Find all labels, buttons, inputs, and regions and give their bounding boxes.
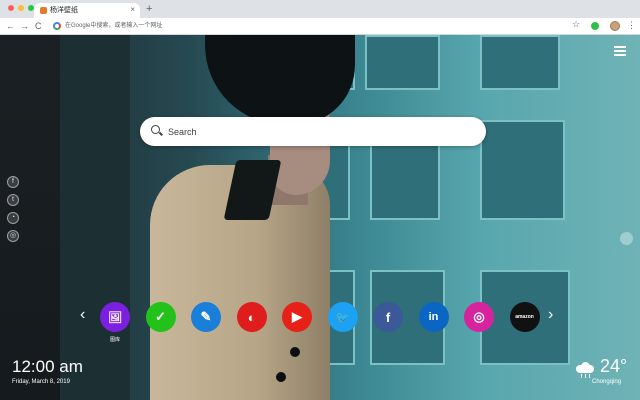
coat-button [276, 372, 286, 382]
google-icon [53, 22, 61, 30]
reload-icon[interactable]: C [35, 20, 42, 32]
forward-icon[interactable]: → [20, 20, 29, 32]
clock-time: 12:00 am [12, 357, 83, 376]
address-bar[interactable]: 在Google中搜索，或者输入一个网址 [47, 20, 587, 33]
weather-temperature: 24° [600, 356, 628, 376]
profile-avatar[interactable] [610, 21, 620, 31]
close-window-button[interactable] [8, 5, 14, 11]
app-gallery-icon[interactable]: 🖼 [100, 302, 130, 332]
extension-icon[interactable] [591, 22, 599, 30]
side-toggle-icon[interactable] [620, 232, 633, 245]
weather-city: Chongqing [592, 379, 622, 385]
bookmark-star-icon[interactable]: ☆ [572, 19, 580, 30]
app-instagram-icon[interactable]: ◎ [464, 302, 494, 332]
address-bar-placeholder: 在Google中搜索，或者输入一个网址 [65, 23, 163, 29]
tab-favicon-icon [40, 7, 47, 14]
back-icon[interactable]: ← [6, 20, 15, 32]
app-label-gallery: 图库 [109, 337, 120, 343]
wallpaper-background [0, 35, 640, 400]
hamburger-menu-icon[interactable] [614, 46, 626, 56]
carousel-next-icon[interactable]: › [548, 305, 553, 325]
app-games-icon[interactable]: ◐ [236, 302, 267, 332]
app-tasks-icon[interactable]: ✓ [145, 302, 176, 332]
coat-button [290, 347, 300, 357]
wallpaper-frame [60, 35, 130, 400]
app-youtube-icon[interactable]: ▶ [282, 302, 312, 332]
browser-toolbar: ← → C 在Google中搜索，或者输入一个网址 ☆ ⋮ [0, 18, 640, 35]
tab-title: 杨洋壁纸 [50, 7, 78, 14]
tab-close-icon[interactable]: × [130, 4, 135, 16]
browser-tab-strip: 杨洋壁纸 × + [0, 0, 640, 18]
twitter-icon[interactable]: t [7, 194, 19, 206]
app-amazon-icon[interactable]: amazon [509, 302, 540, 332]
clock-date: Friday, March 8, 2019 [12, 379, 70, 385]
facebook-icon[interactable]: f [7, 176, 19, 188]
search-bar[interactable] [140, 117, 486, 146]
browser-tab[interactable]: 杨洋壁纸 × [34, 3, 140, 18]
carousel-prev-icon[interactable]: ‹ [80, 305, 85, 325]
window-pane [480, 120, 565, 220]
app-facebook-icon[interactable]: f [373, 302, 403, 332]
search-icon[interactable] [151, 125, 160, 134]
window-controls [8, 5, 34, 11]
minimize-window-button[interactable] [18, 5, 24, 11]
rain-cloud-icon [576, 362, 596, 378]
window-pane [480, 35, 560, 90]
figure-hair [205, 35, 355, 125]
app-twitter-icon[interactable]: 🐦 [327, 302, 358, 332]
app-linkedin-icon[interactable]: in [418, 302, 449, 332]
browser-menu-icon[interactable]: ⋮ [627, 19, 636, 31]
snapchat-icon[interactable]: ◔ [7, 212, 19, 224]
new-tab-button[interactable]: + [146, 2, 152, 16]
window-pane [365, 35, 440, 90]
wechat-icon[interactable]: ◎ [7, 230, 19, 242]
search-input[interactable] [166, 117, 466, 146]
app-notes-icon[interactable]: ✎ [191, 302, 221, 332]
